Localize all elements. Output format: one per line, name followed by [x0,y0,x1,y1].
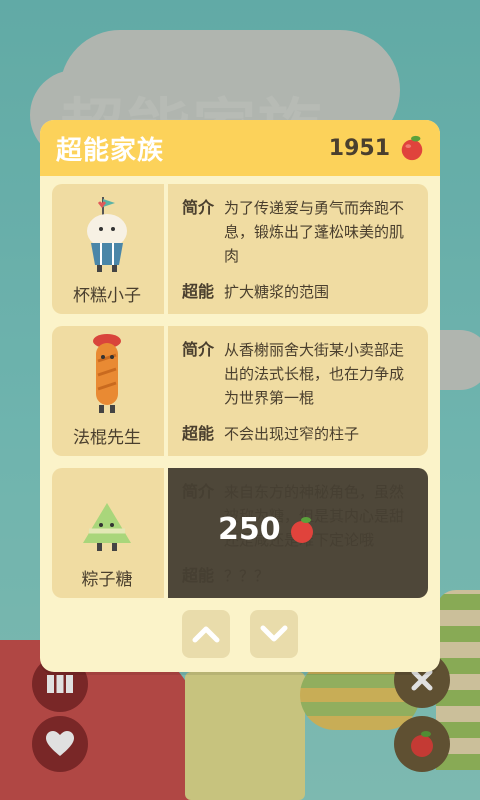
apple-icon [290,516,313,543]
coin-display: 1951 [329,134,426,162]
character-portrait: 杯糕小子 [52,184,162,314]
unlock-cost: 250 [218,512,281,547]
intro-label: 简介 [182,198,215,217]
zongzi-character-icon [83,503,131,551]
intro-label: 简介 [182,340,215,359]
chevron-up-icon [192,626,220,643]
coin-count: 1951 [328,135,390,161]
super-text: ？？？ [224,567,270,585]
unlock-cost-button[interactable]: 250 [218,512,317,547]
intro-text: 从香榭丽舍大街某小卖部走出的法式长棍，也在力争成为世界第一棍 [224,341,405,407]
super-row: 超能 扩大糖浆的范围 [182,280,329,304]
scroll-down-button[interactable] [250,610,298,658]
character-info: 简介 从香榭丽舍大街某小卖部走出的法式长棍，也在力争成为世界第一棍 超能 不会出… [168,326,428,456]
super-row: 超能 ？？？ [182,564,269,588]
intro-text: 为了传递爱与勇气而奔跑不息，锻炼出了蓬松味美的肌肉 [224,199,405,265]
character-name: 粽子糖 [81,570,133,590]
character-card-cupcake[interactable]: 杯糕小子 简介 为了传递爱与勇气而奔跑不息，锻炼出了蓬松味美的肌肉 超能 扩大糖… [52,184,428,314]
character-info: 简介 来自东方的神秘角色，虽然被称为糖，但是其内心是甜还是咸还是难下定论哦 超能… [168,468,428,598]
super-label: 超能 [182,282,215,301]
super-label: 超能 [182,424,215,443]
character-name: 法棍先生 [73,428,141,448]
character-info: 简介 为了传递爱与勇气而奔跑不息，锻炼出了蓬松味美的肌肉 超能 扩大糖浆的范围 [168,184,428,314]
chevron-down-icon [260,625,288,642]
intro-row: 简介 从香榭丽舍大街某小卖部走出的法式长棍，也在力争成为世界第一棍 [182,338,416,410]
dialog-header: 超能家族 1951 [40,120,440,176]
character-card-baguette[interactable]: 法棍先生 简介 从香榭丽舍大街某小卖部走出的法式长棍，也在力争成为世界第一棍 超… [52,326,428,456]
character-card-zongzi[interactable]: 粽子糖 简介 来自东方的神秘角色，虽然被称为糖，但是其内心是甜还是咸还是难下定论… [52,468,428,598]
character-portrait: 粽子糖 [52,468,162,598]
dialog-title: 超能家族 [56,135,165,166]
character-dialog: 超能家族 1951 杯糕小子 简介 为了传递爱与勇气而奔跑不息，锻炼出了蓬松味美… [40,120,440,672]
super-text: 扩大糖浆的范围 [224,283,330,301]
super-label: 超能 [182,566,215,585]
cupcake-character-icon [87,197,127,272]
character-name: 杯糕小子 [73,286,141,306]
apple-icon [401,135,423,161]
super-row: 超能 不会出现过窄的柱子 [182,422,359,446]
baguette-character-icon [93,334,121,413]
scroll-up-button[interactable] [182,610,230,658]
intro-row: 简介 为了传递爱与勇气而奔跑不息，锻炼出了蓬松味美的肌肉 [182,196,416,268]
character-portrait: 法棍先生 [52,326,162,456]
intro-label: 简介 [182,482,215,501]
super-text: 不会出现过窄的柱子 [224,425,360,443]
